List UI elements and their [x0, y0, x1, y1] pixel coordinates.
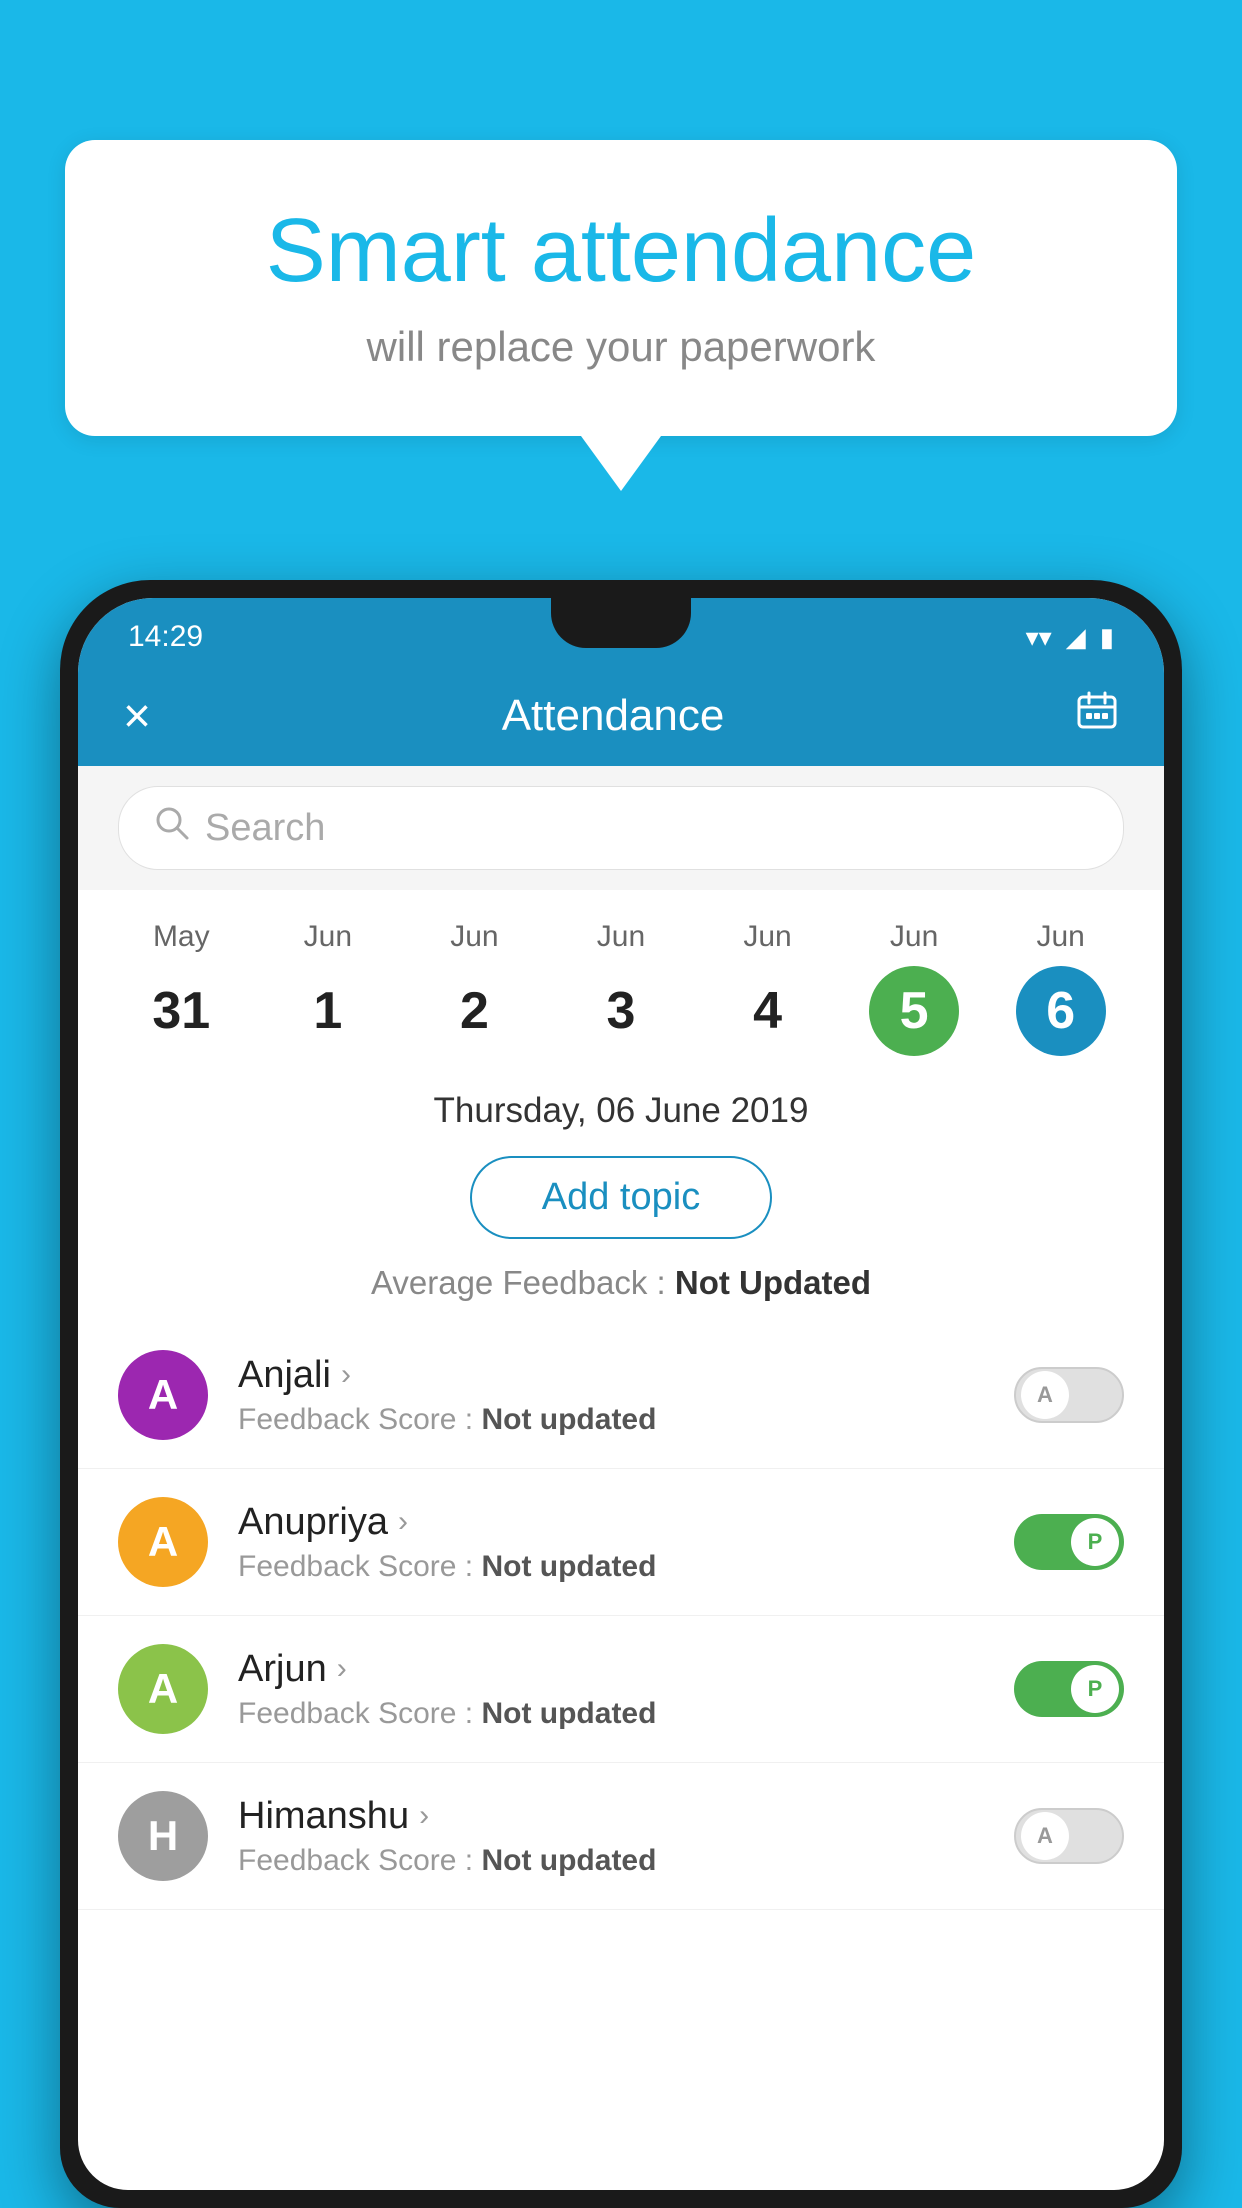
- feedback-value: Not updated: [481, 1550, 656, 1583]
- student-item[interactable]: A Anupriya › Feedback Score : Not updated P: [78, 1469, 1164, 1616]
- attendance-toggle[interactable]: P: [1014, 1661, 1124, 1717]
- student-name-text: Anjali: [238, 1354, 331, 1397]
- student-info: Anjali › Feedback Score : Not updated: [238, 1354, 1014, 1437]
- cal-date-label: 4: [723, 966, 813, 1056]
- student-item[interactable]: AAnjali›Feedback Score : Not updatedA: [78, 1322, 1164, 1469]
- speech-bubble-title: Smart attendance: [145, 200, 1097, 303]
- calendar-day[interactable]: Jun 1: [278, 920, 378, 1056]
- feedback-score: Feedback Score : Not updated: [238, 1844, 1014, 1878]
- search-container: Search: [78, 766, 1164, 890]
- calendar-day[interactable]: Jun 2: [424, 920, 524, 1056]
- avatar: A: [118, 1644, 208, 1734]
- student-name: Anjali ›: [238, 1354, 1014, 1397]
- cal-date-label: 5: [869, 966, 959, 1056]
- chevron-right-icon: ›: [341, 1358, 351, 1392]
- speech-bubble: Smart attendance will replace your paper…: [65, 140, 1177, 436]
- calendar-day[interactable]: Jun 5: [864, 920, 964, 1056]
- toggle-container: P: [1014, 1661, 1124, 1717]
- battery-icon: ▮: [1100, 622, 1114, 653]
- close-button[interactable]: ×: [123, 689, 151, 744]
- student-name: Anupriya ›: [238, 1501, 1014, 1544]
- toggle-knob: A: [1021, 1812, 1069, 1860]
- student-info: Himanshu › Feedback Score : Not updated: [238, 1795, 1014, 1878]
- signal-icon: ◢: [1066, 622, 1086, 653]
- avg-feedback-label: Average Feedback :: [371, 1264, 675, 1301]
- cal-month-label: Jun: [597, 920, 645, 954]
- calendar-button[interactable]: [1075, 689, 1119, 743]
- header-title: Attendance: [502, 691, 725, 741]
- student-item[interactable]: HHimanshu›Feedback Score : Not updatedA: [78, 1763, 1164, 1910]
- toggle-knob: P: [1071, 1518, 1119, 1566]
- avatar: H: [118, 1791, 208, 1881]
- cal-date-label: 1: [283, 966, 373, 1056]
- chevron-right-icon: ›: [398, 1505, 408, 1539]
- cal-date-label: 2: [429, 966, 519, 1056]
- student-info: Anupriya › Feedback Score : Not updated: [238, 1501, 1014, 1584]
- cal-month-label: Jun: [1036, 920, 1084, 954]
- attendance-toggle[interactable]: P: [1014, 1514, 1124, 1570]
- search-icon: [154, 805, 190, 851]
- calendar-day[interactable]: Jun 6: [1011, 920, 1111, 1056]
- phone-notch: [551, 598, 691, 648]
- app-header: × Attendance: [78, 666, 1164, 766]
- feedback-label: Feedback Score :: [238, 1697, 481, 1730]
- cal-date-label: 3: [576, 966, 666, 1056]
- cal-date-label: 31: [136, 966, 226, 1056]
- avg-feedback: Average Feedback : Not Updated: [78, 1254, 1164, 1322]
- cal-date-label: 6: [1016, 966, 1106, 1056]
- add-topic-button[interactable]: Add topic: [470, 1156, 772, 1239]
- avatar: A: [118, 1350, 208, 1440]
- student-name: Himanshu ›: [238, 1795, 1014, 1838]
- feedback-label: Feedback Score :: [238, 1844, 481, 1877]
- toggle-knob: P: [1071, 1665, 1119, 1713]
- calendar-strip: May 31 Jun 1 Jun 2 Jun 3 Jun 4 Jun 5 Jun 6: [78, 890, 1164, 1071]
- calendar-day[interactable]: Jun 4: [718, 920, 818, 1056]
- attendance-toggle[interactable]: A: [1014, 1808, 1124, 1864]
- feedback-value: Not updated: [481, 1403, 656, 1436]
- cal-month-label: May: [153, 920, 210, 954]
- toggle-knob: A: [1021, 1371, 1069, 1419]
- feedback-score: Feedback Score : Not updated: [238, 1697, 1014, 1731]
- student-name-text: Anupriya: [238, 1501, 388, 1544]
- avg-feedback-value: Not Updated: [675, 1264, 871, 1301]
- feedback-label: Feedback Score :: [238, 1550, 481, 1583]
- cal-month-label: Jun: [743, 920, 791, 954]
- add-topic-container: Add topic: [78, 1141, 1164, 1254]
- selected-date: Thursday, 06 June 2019: [78, 1071, 1164, 1141]
- chevron-right-icon: ›: [337, 1652, 347, 1686]
- student-list: AAnjali›Feedback Score : Not updatedAAAn…: [78, 1322, 1164, 1910]
- wifi-icon: ▾▾: [1026, 622, 1052, 653]
- phone-screen: 14:29 ▾▾ ◢ ▮ × Attendance: [78, 598, 1164, 2190]
- speech-bubble-subtitle: will replace your paperwork: [145, 323, 1097, 371]
- feedback-label: Feedback Score :: [238, 1403, 481, 1436]
- phone-frame: 14:29 ▾▾ ◢ ▮ × Attendance: [60, 580, 1182, 2208]
- calendar-day[interactable]: May 31: [131, 920, 231, 1056]
- search-bar[interactable]: Search: [118, 786, 1124, 870]
- toggle-container: A: [1014, 1808, 1124, 1864]
- feedback-score: Feedback Score : Not updated: [238, 1550, 1014, 1584]
- student-name-text: Arjun: [238, 1648, 327, 1691]
- student-name: Arjun ›: [238, 1648, 1014, 1691]
- chevron-right-icon: ›: [419, 1799, 429, 1833]
- toggle-container: A: [1014, 1367, 1124, 1423]
- student-info: Arjun › Feedback Score : Not updated: [238, 1648, 1014, 1731]
- toggle-container: P: [1014, 1514, 1124, 1570]
- status-icons: ▾▾ ◢ ▮: [1026, 622, 1114, 653]
- feedback-value: Not updated: [481, 1697, 656, 1730]
- feedback-score: Feedback Score : Not updated: [238, 1403, 1014, 1437]
- attendance-toggle[interactable]: A: [1014, 1367, 1124, 1423]
- cal-month-label: Jun: [890, 920, 938, 954]
- cal-month-label: Jun: [304, 920, 352, 954]
- cal-month-label: Jun: [450, 920, 498, 954]
- avatar: A: [118, 1497, 208, 1587]
- status-time: 14:29: [128, 620, 203, 654]
- student-name-text: Himanshu: [238, 1795, 409, 1838]
- feedback-value: Not updated: [481, 1844, 656, 1877]
- search-placeholder: Search: [205, 807, 325, 850]
- student-item[interactable]: A Arjun › Feedback Score : Not updated P: [78, 1616, 1164, 1763]
- calendar-day[interactable]: Jun 3: [571, 920, 671, 1056]
